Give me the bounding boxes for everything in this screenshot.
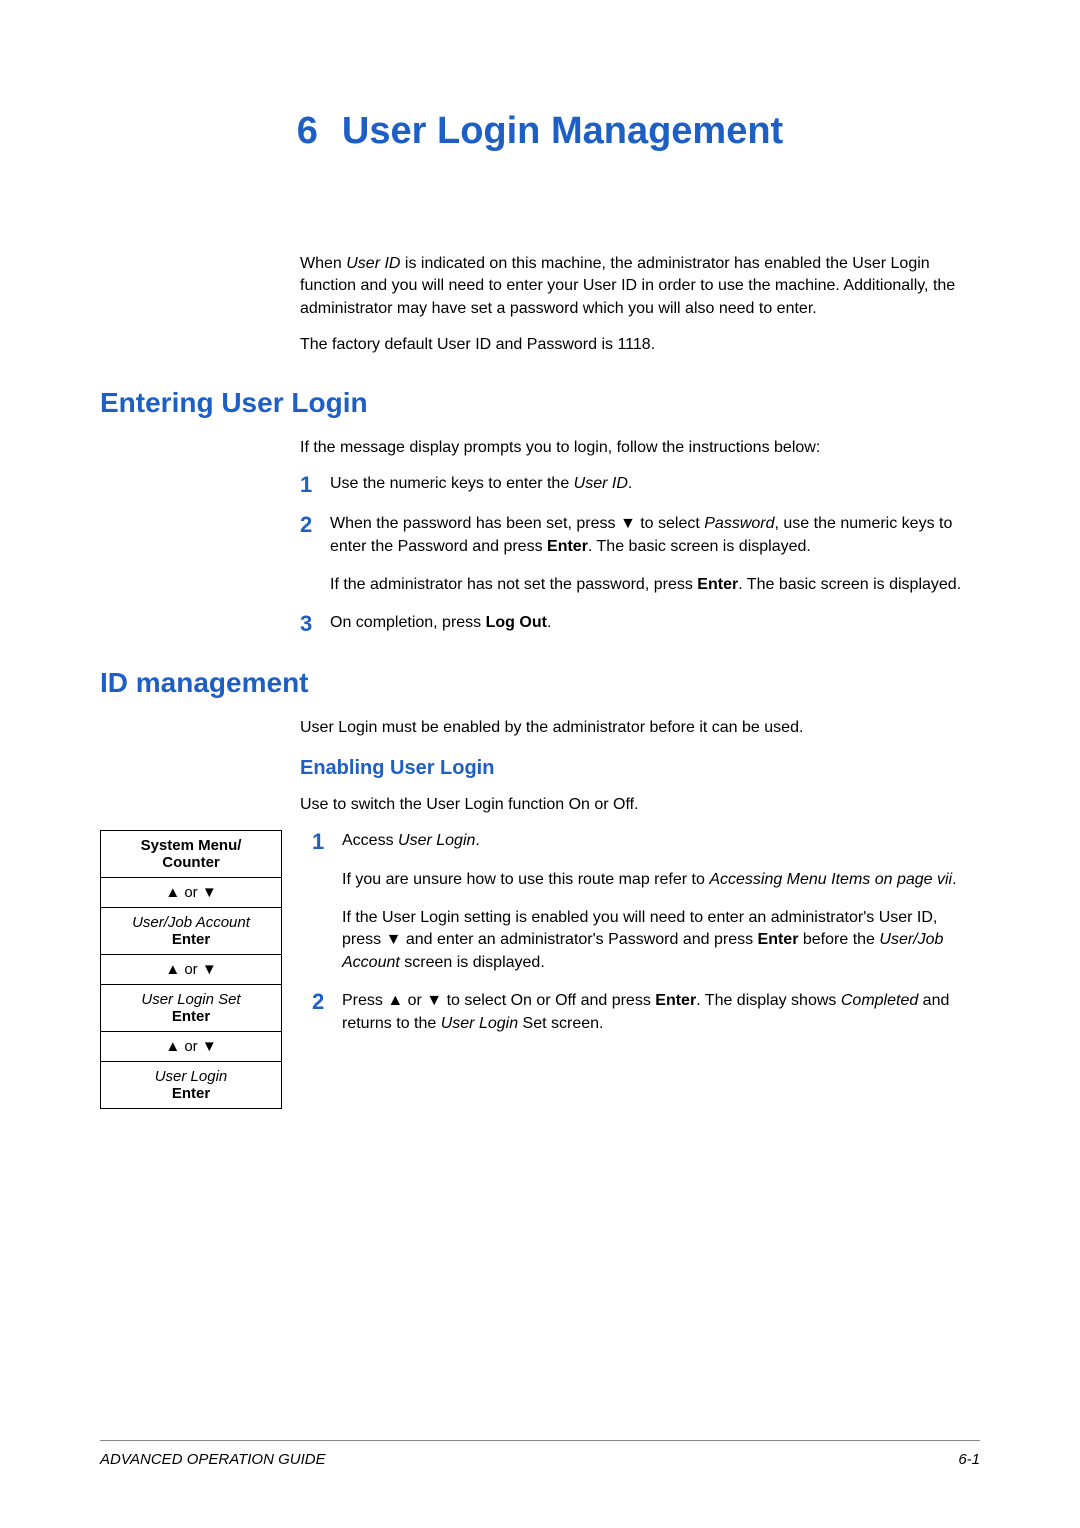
menu-nav-icon: ▲ or ▼	[101, 878, 281, 908]
intro-p1: When User ID is indicated on this machin…	[300, 253, 980, 320]
menu-nav-icon: ▲ or ▼	[101, 955, 281, 985]
menu-nav-icon: ▲ or ▼	[101, 1032, 281, 1062]
section2-sub-intro: Use to switch the User Login function On…	[300, 794, 980, 816]
footer-left: ADVANCED OPERATION GUIDE	[100, 1451, 326, 1468]
section1-intro: If the message display prompts you to lo…	[300, 437, 980, 459]
step2-p2: If the administrator has not set the pas…	[330, 574, 980, 596]
intro-em: User ID	[346, 255, 400, 272]
chapter-title: 6 User Login Management	[100, 110, 980, 153]
menu-label: User Login Set	[105, 991, 277, 1008]
menu-action: Enter	[105, 1085, 277, 1102]
footer: ADVANCED OPERATION GUIDE 6-1	[100, 1440, 980, 1468]
menu-route-map: System Menu/ Counter ▲ or ▼ User/Job Acc…	[100, 830, 282, 1109]
enabling-steps: 1 Access User Login. If you are unsure h…	[312, 830, 980, 1051]
section2-steps: 1 Access User Login. If you are unsure h…	[312, 830, 980, 1035]
step-text: Use the numeric keys to enter the User I…	[330, 473, 980, 495]
step-number: 1	[300, 473, 330, 497]
menu-action: Enter	[105, 1008, 277, 1025]
step-1: 1 Access User Login. If you are unsure h…	[312, 830, 980, 974]
section-entering-user-login: Entering User Login	[100, 387, 980, 419]
step3-p1: On completion, press Log Out.	[330, 612, 980, 634]
step-2: 2 When the password has been set, press …	[300, 513, 980, 596]
s2s1-p2: If you are unsure how to use this route …	[342, 869, 980, 891]
chapter-title-text: User Login Management	[342, 110, 783, 152]
section-enabling-user-login: Enabling User Login	[300, 757, 980, 780]
step-number: 1	[312, 830, 342, 854]
step-1: 1 Use the numeric keys to enter the User…	[300, 473, 980, 497]
step-number: 2	[312, 990, 342, 1014]
enabling-two-col: System Menu/ Counter ▲ or ▼ User/Job Acc…	[100, 830, 980, 1109]
menu-action: Enter	[105, 931, 277, 948]
step-3: 3 On completion, press Log Out.	[300, 612, 980, 636]
step1-p1: Use the numeric keys to enter the User I…	[330, 473, 980, 495]
menu-label: Counter	[105, 854, 277, 871]
step-text: Press ▲ or ▼ to select On or Off and pre…	[342, 990, 980, 1035]
s2s1-p3: If the User Login setting is enabled you…	[342, 907, 980, 974]
step2-p1: When the password has been set, press ▼ …	[330, 513, 980, 558]
menu-label: User/Job Account	[105, 914, 277, 931]
section2-intro-wrap: User Login must be enabled by the admini…	[300, 717, 980, 817]
s2s1-p1: Access User Login.	[342, 830, 980, 852]
menu-row-system: System Menu/ Counter	[101, 831, 281, 878]
step-2: 2 Press ▲ or ▼ to select On or Off and p…	[312, 990, 980, 1035]
menu-row-userjob: User/Job Account Enter	[101, 908, 281, 955]
section2-intro: User Login must be enabled by the admini…	[300, 717, 980, 739]
step-number: 3	[300, 612, 330, 636]
step-number: 2	[300, 513, 330, 537]
menu-row-userloginset: User Login Set Enter	[101, 985, 281, 1032]
intro-block: When User ID is indicated on this machin…	[300, 253, 980, 357]
step-text: When the password has been set, press ▼ …	[330, 513, 980, 596]
page: 6 User Login Management When User ID is i…	[0, 0, 1080, 1528]
step-text: On completion, press Log Out.	[330, 612, 980, 634]
section-id-management: ID management	[100, 667, 980, 699]
step-text: Access User Login. If you are unsure how…	[342, 830, 980, 974]
menu-label: User Login	[105, 1068, 277, 1085]
menu-row-userlogin: User Login Enter	[101, 1062, 281, 1108]
chapter-number: 6	[297, 110, 318, 152]
intro-p2: The factory default User ID and Password…	[300, 334, 980, 356]
page-number: 6-1	[958, 1451, 980, 1468]
section1-body: If the message display prompts you to lo…	[300, 437, 980, 637]
section1-steps: 1 Use the numeric keys to enter the User…	[300, 473, 980, 637]
s2s2-p1: Press ▲ or ▼ to select On or Off and pre…	[342, 990, 980, 1035]
menu-label: System Menu/	[105, 837, 277, 854]
